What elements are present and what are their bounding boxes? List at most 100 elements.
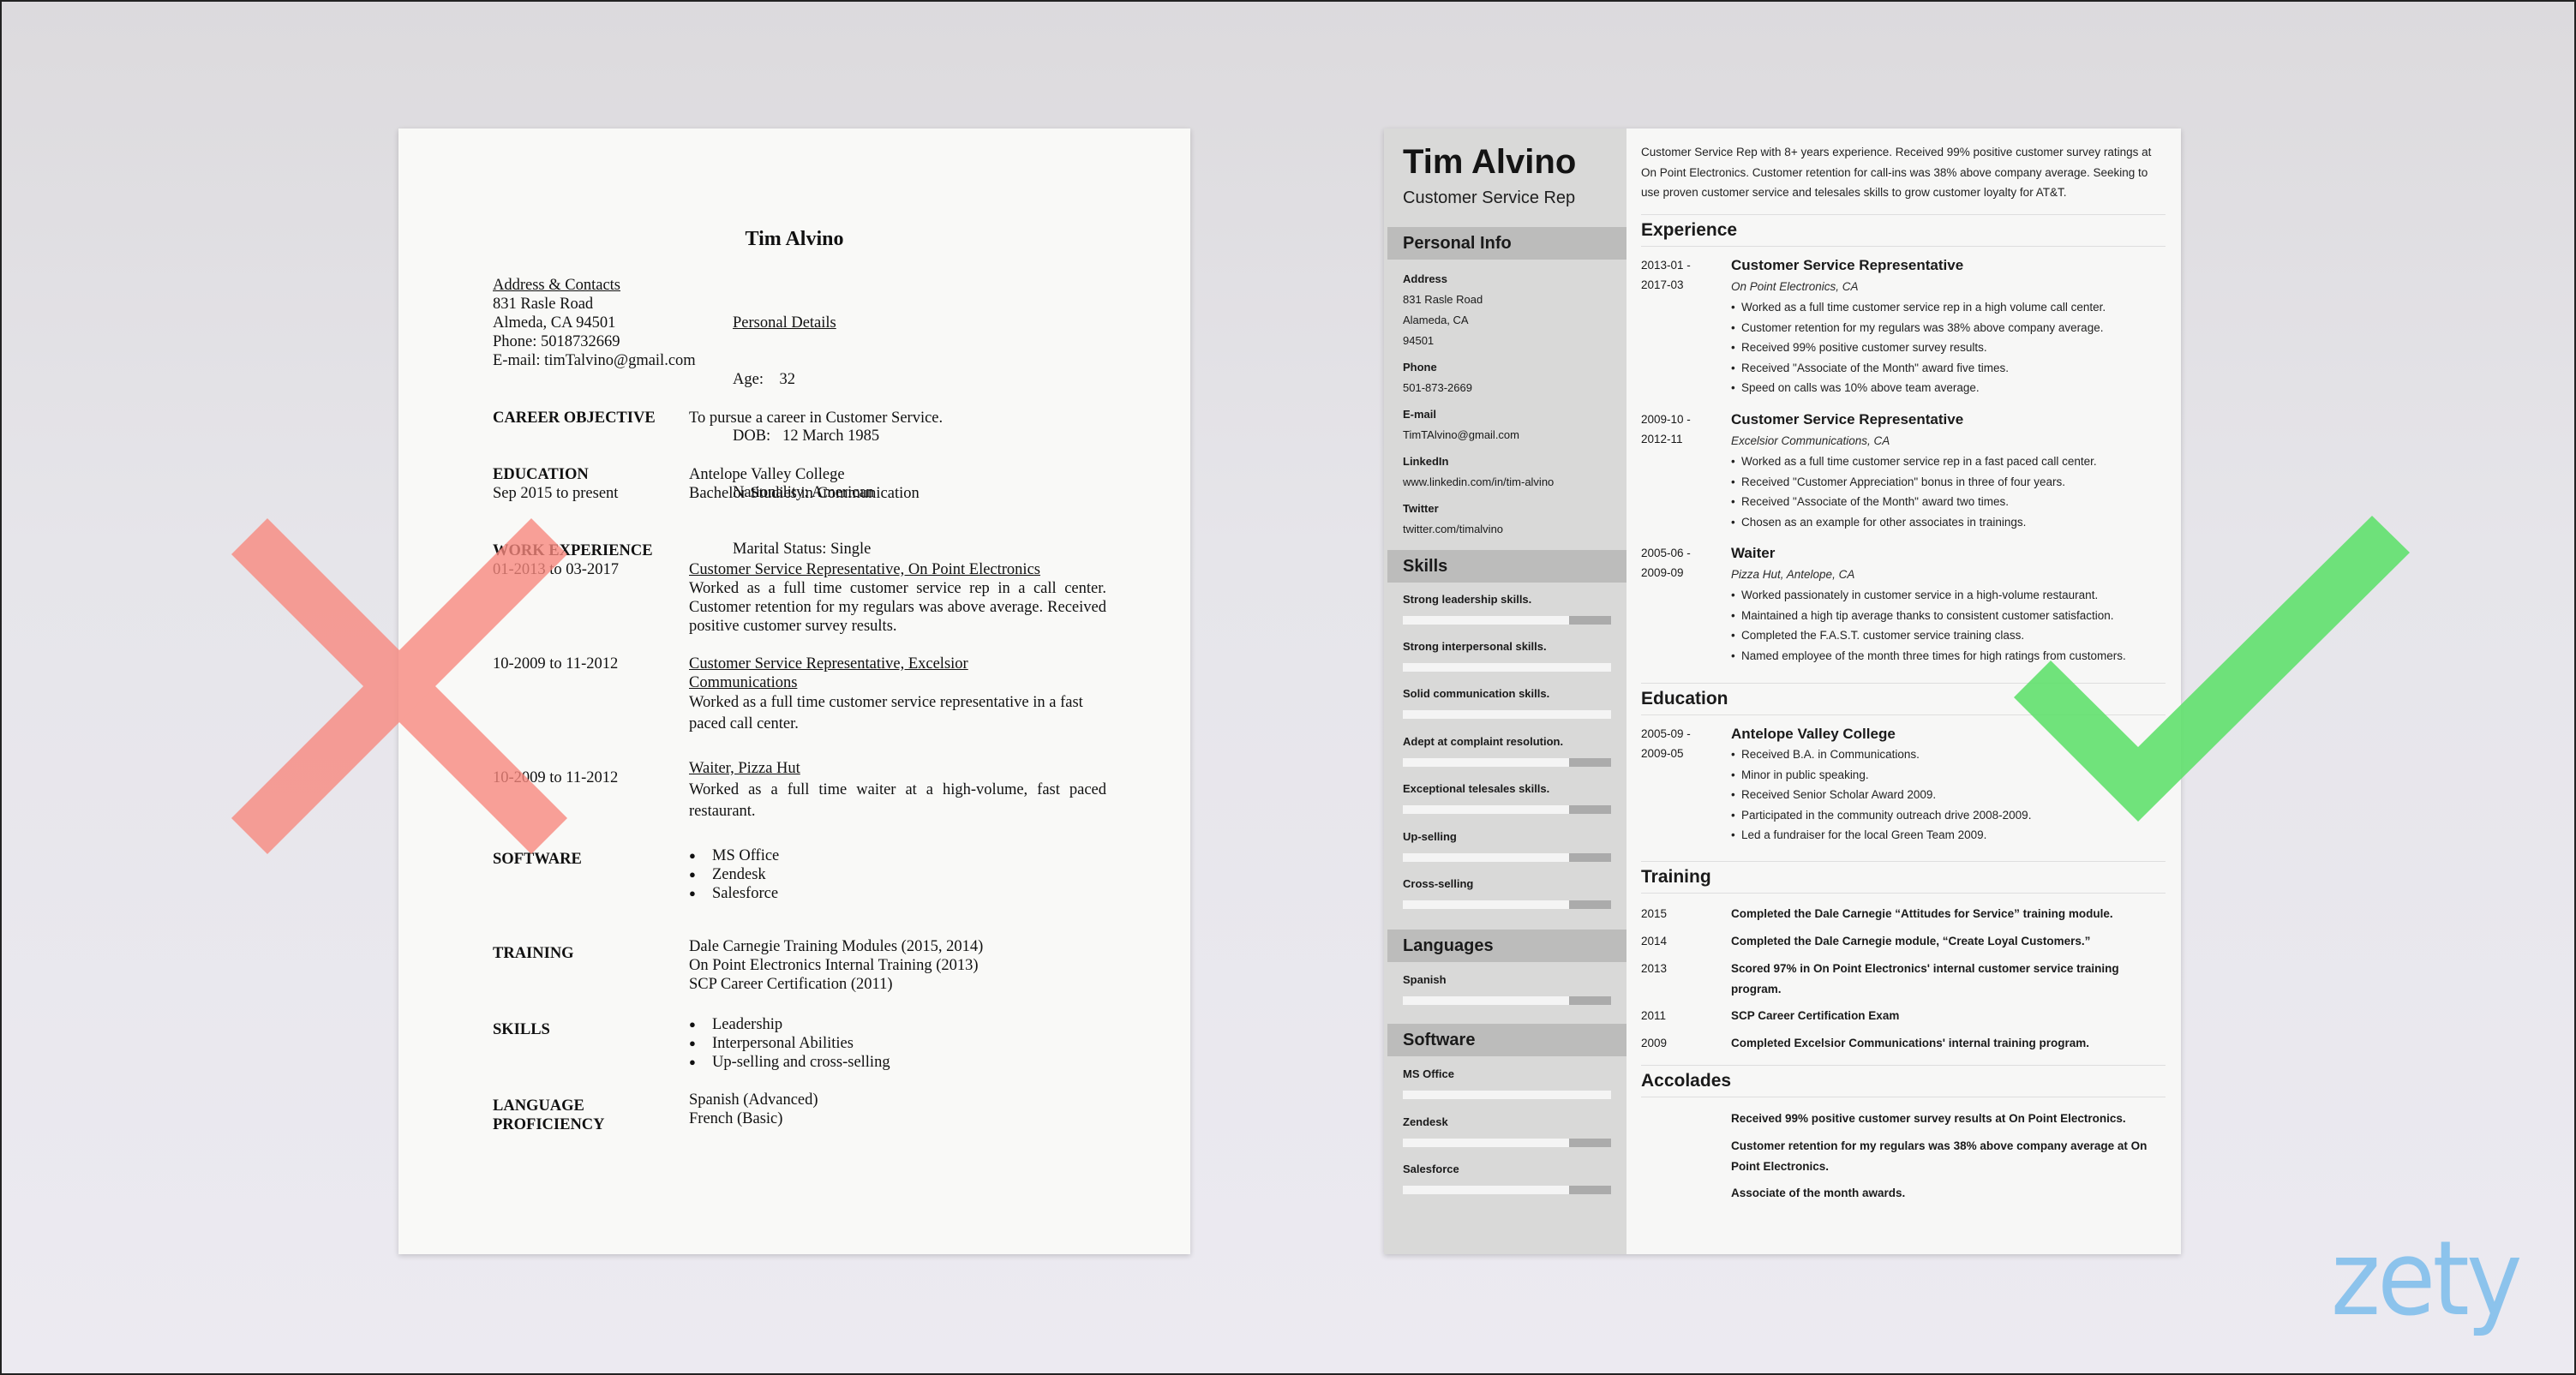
job-bullet: Worked as a full time customer service r…	[1731, 297, 2166, 318]
software-list: MS Office Zendesk Salesforce	[689, 846, 1106, 903]
contact-line: Almeda, CA 94501	[493, 314, 616, 332]
entry-body: Customer Service Representative Excelsio…	[1731, 410, 2166, 532]
address-line: Alameda, CA	[1403, 314, 1469, 326]
job-bullet: Maintained a high tip average thanks to …	[1731, 606, 2166, 626]
job-title: Customer Service Representative, On Poin…	[689, 561, 1040, 578]
resume-sidebar: Tim Alvino Customer Service Rep Personal…	[1384, 129, 1626, 1254]
training-item: SCP Career Certification (2011)	[689, 976, 893, 993]
software-level-bar	[1403, 1139, 1611, 1147]
skill-level-bar	[1403, 853, 1611, 862]
address-label: Address	[1403, 272, 1448, 285]
job-bullet: Worked passionately in customer service …	[1731, 585, 2166, 606]
job-bullet: Speed on calls was 10% above team averag…	[1731, 378, 2166, 398]
job-company: Excelsior Communications, CA	[1731, 434, 1890, 447]
job-bullet: Received 99% positive customer survey re…	[1731, 338, 2166, 358]
software-item: MS Office	[1403, 1067, 1611, 1099]
skill-item: Solid communication skills.	[1403, 687, 1611, 719]
job-bullet: Chosen as an example for other associate…	[1731, 512, 2166, 533]
education-bullets: Received B.A. in Communications. Minor i…	[1731, 744, 2166, 846]
skill-level-bar	[1403, 663, 1611, 672]
training-text: SCP Career Certification Exam	[1731, 1009, 1900, 1022]
email-value: TimTAlvino@gmail.com	[1403, 428, 1519, 441]
school-name: Antelope Valley College	[1731, 726, 1896, 742]
education-degree: Bachelor Studies in Communication	[689, 485, 920, 502]
job-title: Waiter, Pizza Hut	[689, 760, 800, 777]
linkedin-value: www.linkedin.com/in/tim-alvino	[1403, 475, 1555, 488]
skill-level-fill	[1403, 663, 1611, 672]
education-heading: Education	[1641, 683, 2166, 715]
job-title: Customer Service Representative	[1731, 257, 1964, 273]
language-level-fill	[1403, 996, 1570, 1005]
job-title: Waiter	[1731, 545, 1776, 561]
address-line: 831 Rasle Road	[1403, 293, 1483, 306]
contact-line: 831 Rasle Road	[493, 296, 594, 313]
skill-level-fill	[1403, 710, 1611, 719]
email-label: E-mail	[1403, 408, 1437, 421]
skill-item: Up-selling and cross-selling	[689, 1053, 1106, 1072]
address-line: 94501	[1403, 334, 1435, 347]
skill-label: Strong leadership skills.	[1403, 593, 1532, 606]
software-item: Salesforce	[1403, 1163, 1611, 1194]
job-bullet: Received "Associate of the Month" award …	[1731, 358, 2166, 379]
accolade-item: Associate of the month awards.	[1731, 1187, 1906, 1199]
education-bullet: Minor in public speaking.	[1731, 765, 2166, 786]
training-text: Completed the Dale Carnegie “Attitudes f…	[1731, 907, 2113, 920]
skills-heading: Skills	[1387, 550, 1626, 583]
language-level-bar	[1403, 996, 1611, 1005]
career-objective-label: CAREER OBJECTIVE	[493, 410, 656, 427]
training-year: 2014	[1641, 935, 1668, 948]
job-bullet: Worked as a full time customer service r…	[1731, 451, 2166, 472]
phone-label: Phone	[1403, 361, 1437, 374]
skill-level-bar	[1403, 710, 1611, 719]
skill-level-bar	[1403, 900, 1611, 909]
bad-resume-example: Tim Alvino Address & Contacts 831 Rasle …	[398, 129, 1190, 1254]
software-heading: Software	[1387, 1024, 1626, 1056]
date-start: 2005-09 -	[1641, 727, 1691, 740]
training-text: Completed Excelsior Communications' inte…	[1731, 1037, 2090, 1049]
good-resume-example: Tim Alvino Customer Service Rep Personal…	[1384, 129, 2181, 1254]
education-dates: Sep 2015 to present	[493, 485, 619, 502]
languages-heading: Languages	[1387, 930, 1626, 962]
software-label: Salesforce	[1403, 1163, 1459, 1175]
training-item: Dale Carnegie Training Modules (2015, 20…	[689, 938, 984, 955]
job-entry: Customer Service Representative, On Poin…	[689, 560, 1106, 636]
date-end: 2017-03	[1641, 278, 1684, 291]
training-item: On Point Electronics Internal Training (…	[689, 957, 979, 974]
language-item: French (Basic)	[689, 1110, 783, 1127]
skill-level-fill	[1403, 853, 1570, 862]
accolades-heading-text: Accolades	[1641, 1071, 1732, 1091]
job-description: Worked as a full time waiter at a high-v…	[689, 781, 1106, 820]
training-list: Dale Carnegie Training Modules (2015, 20…	[689, 937, 1106, 994]
training-text: Completed the Dale Carnegie module, “Cre…	[1731, 935, 2091, 948]
bad-resume-name: Tim Alvino	[745, 228, 844, 250]
personal-line: DOB: 12 March 1985	[733, 427, 880, 445]
skill-item: Leadership	[689, 1015, 1106, 1034]
good-resume-name: Tim Alvino	[1403, 143, 1577, 181]
job-bullet: Customer retention for my regulars was 3…	[1731, 318, 2166, 338]
job-dates: 01-2013 to 03-2017	[493, 561, 619, 578]
job-dates: 10-2009 to 11-2012	[493, 655, 619, 673]
language-label: LANGUAGE PROFICIENCY	[493, 1097, 681, 1134]
twitter-value: twitter.com/timalvino	[1403, 523, 1504, 535]
summary-text: Customer Service Rep with 8+ years exper…	[1641, 146, 2152, 199]
job-bullet: Named employee of the month three times …	[1731, 646, 2166, 667]
software-level-bar	[1403, 1186, 1611, 1194]
job-bullets: Worked as a full time customer service r…	[1731, 297, 2166, 398]
skill-level-fill	[1403, 900, 1570, 909]
job-dates: 10-2009 to 11-2012	[493, 769, 619, 786]
accolade-item: Received 99% positive customer survey re…	[1731, 1112, 2126, 1125]
training-year: 2011	[1641, 1009, 1667, 1022]
skill-label: Exceptional telesales skills.	[1403, 782, 1550, 795]
software-label: MS Office	[1403, 1067, 1454, 1080]
job-bullets: Worked passionately in customer service …	[1731, 585, 2166, 666]
education-bullet: Participated in the community outreach d…	[1731, 805, 2166, 826]
accolade-item: Customer retention for my regulars was 3…	[1731, 1139, 2148, 1173]
skill-item: Up-selling	[1403, 830, 1611, 862]
software-item: Zendesk	[1403, 1115, 1611, 1147]
software-label: Zendesk	[1403, 1115, 1448, 1128]
skill-level-fill	[1403, 758, 1570, 767]
training-heading: Training	[1641, 861, 2166, 894]
job-company: On Point Electronics, CA	[1731, 280, 1859, 293]
entry-dates: 2013-01 - 2017-03	[1641, 255, 1722, 295]
date-start: 2013-01 -	[1641, 259, 1691, 272]
